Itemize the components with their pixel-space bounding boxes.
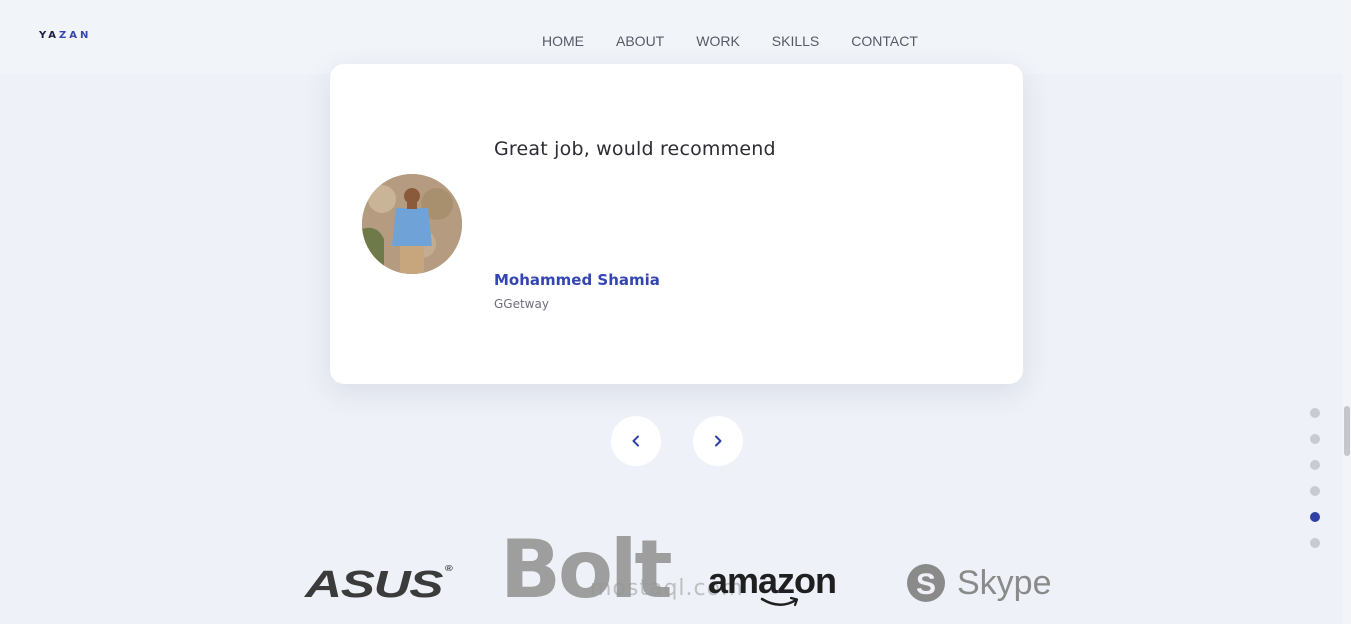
nav-home[interactable]: HOME	[528, 33, 598, 49]
chevron-right-icon	[715, 435, 722, 447]
section-dot-2[interactable]	[1310, 434, 1320, 444]
nav-skills[interactable]: SKILLS	[758, 33, 833, 49]
carousel-next-button[interactable]	[693, 416, 743, 466]
avatar	[362, 174, 462, 274]
testimonial-company: GGetway	[494, 297, 549, 311]
section-dot-4[interactable]	[1310, 486, 1320, 496]
carousel-prev-button[interactable]	[611, 416, 661, 466]
skype-logo: S Skype	[905, 560, 1052, 606]
chevron-left-icon	[632, 435, 639, 447]
skype-logo-text: Skype	[957, 563, 1052, 602]
person-photo	[362, 174, 462, 274]
testimonial-author: Mohammed Shamia	[494, 271, 660, 289]
asus-logo: ASUS ®	[305, 564, 453, 607]
section-dot-1[interactable]	[1310, 408, 1320, 418]
main-nav: HOME ABOUT WORK SKILLS CONTACT	[528, 33, 936, 49]
site-header: YAZAN HOME ABOUT WORK SKILLS CONTACT	[0, 0, 1343, 74]
logo-text-accent: ZAN	[59, 30, 92, 41]
client-logos: ASUS ® Bolt mostaql.com amazon S Skype	[0, 530, 1343, 624]
nav-work[interactable]: WORK	[682, 33, 754, 49]
logo-text-main: YA	[39, 30, 60, 41]
svg-text:S: S	[916, 568, 936, 601]
site-logo[interactable]: YAZAN	[39, 30, 91, 41]
skype-icon: S	[907, 564, 945, 602]
testimonial-quote: Great job, would recommend	[494, 138, 776, 160]
nav-contact[interactable]: CONTACT	[837, 33, 932, 49]
registered-mark: ®	[444, 564, 453, 573]
amazon-smile-icon	[760, 596, 799, 607]
nav-about[interactable]: ABOUT	[602, 33, 678, 49]
section-dot-3[interactable]	[1310, 460, 1320, 470]
page-scrollbar[interactable]	[1343, 0, 1351, 624]
section-dot-5-active[interactable]	[1310, 512, 1320, 522]
asus-logo-text: ASUS	[305, 564, 443, 606]
scrollbar-thumb[interactable]	[1344, 406, 1350, 456]
testimonial-card: Great job, would recommend Mohammed Sham…	[330, 64, 1023, 384]
